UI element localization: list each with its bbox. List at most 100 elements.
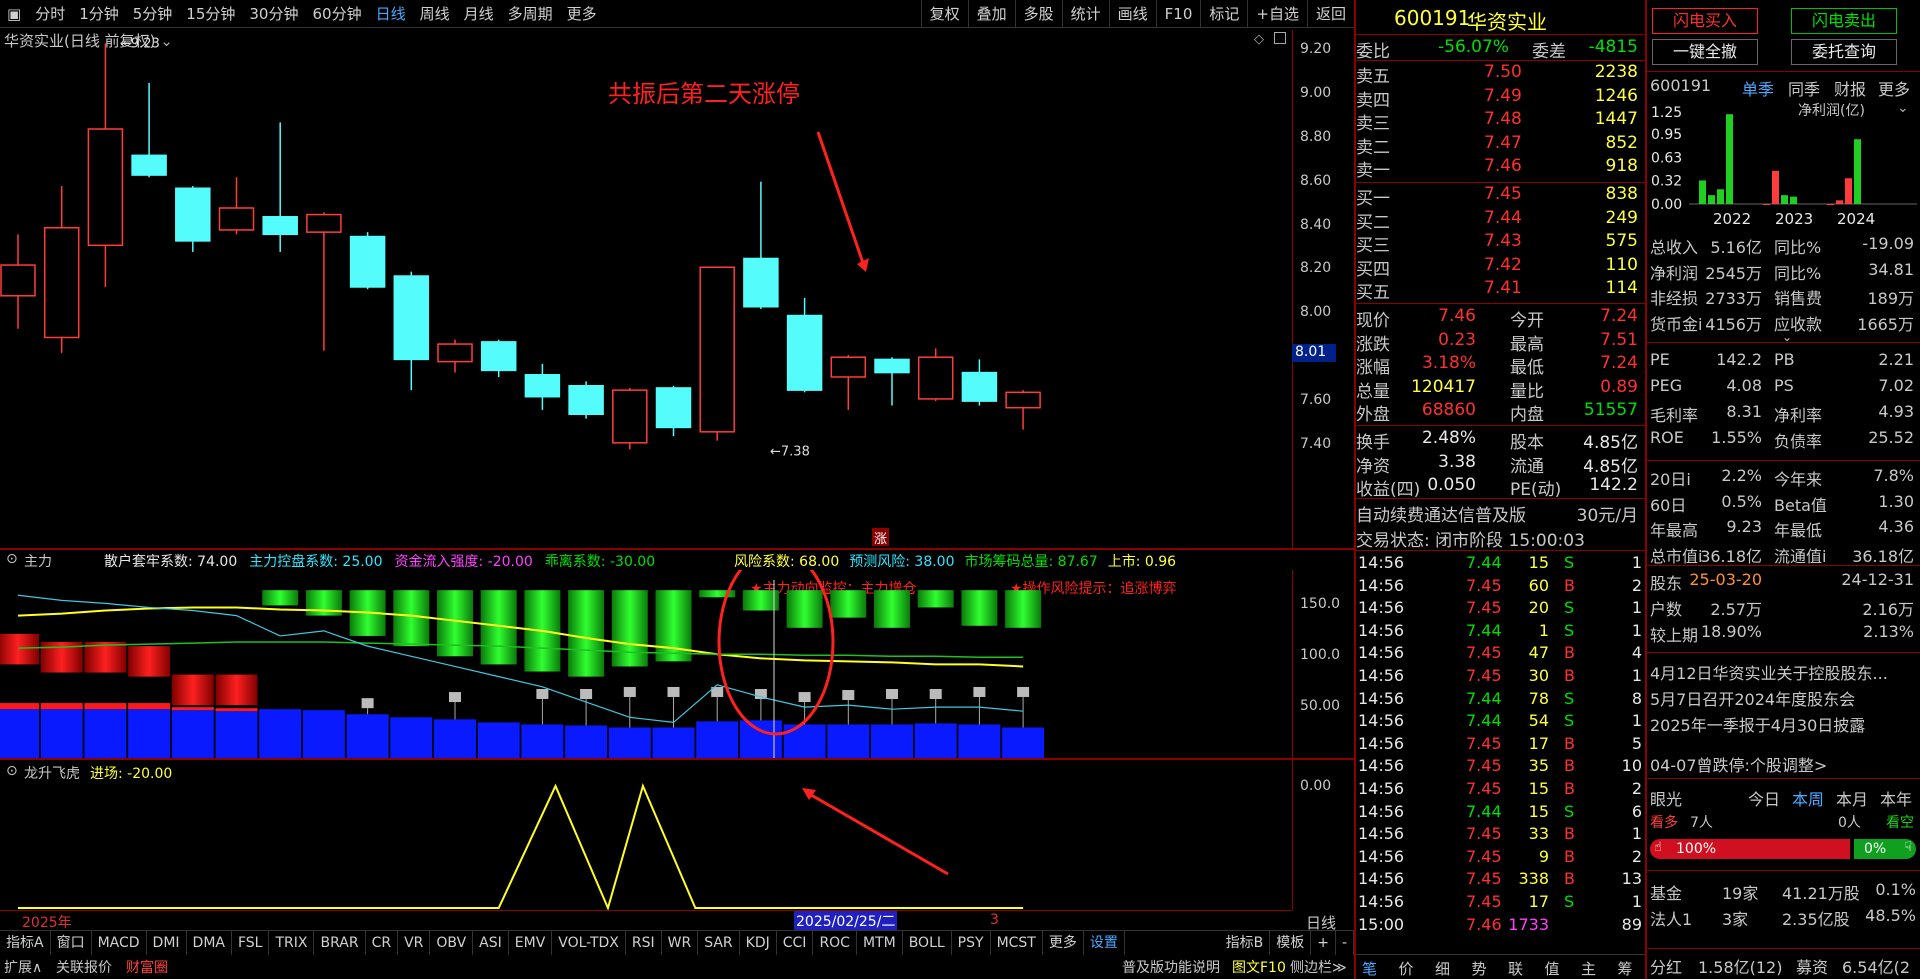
ticks-tab-0[interactable]: 笔 bbox=[1362, 958, 1377, 979]
indicator-tab-24[interactable]: 更多 bbox=[1043, 931, 1084, 955]
feature-help-link[interactable]: 普及版功能说明 bbox=[1122, 957, 1220, 977]
indicator-tab-6[interactable]: TRIX bbox=[269, 931, 315, 955]
eye-tab-3[interactable]: 本年 bbox=[1880, 786, 1912, 810]
indicator-tab-14[interactable]: RSI bbox=[626, 931, 662, 955]
indicator-right-1[interactable]: 模板 bbox=[1270, 931, 1312, 955]
indicator-tab-20[interactable]: MTM bbox=[857, 931, 903, 955]
thumb-up-icon[interactable]: ☝ bbox=[1654, 840, 1662, 855]
toolbar-btn-4[interactable]: 画线 bbox=[1108, 0, 1156, 28]
period-tab-1[interactable]: 1分钟 bbox=[72, 3, 126, 24]
tab-single-quarter[interactable]: 单季 bbox=[1742, 76, 1774, 100]
indicator-tab-3[interactable]: DMI bbox=[147, 931, 187, 955]
indicator-tab-19[interactable]: ROC bbox=[813, 931, 857, 955]
holder-row-2: 较上期 18.90% 2.13% bbox=[1650, 622, 1914, 645]
toolbar-btn-7[interactable]: +自选 bbox=[1247, 0, 1307, 28]
indicator-tab-5[interactable]: FSL bbox=[232, 931, 270, 955]
tick-row: 14:56 7.45 20 S 1 bbox=[1358, 598, 1642, 618]
indicator-tab-25[interactable]: 设置 bbox=[1084, 931, 1125, 955]
toolbar-btn-3[interactable]: 统计 bbox=[1061, 0, 1109, 28]
indicator-tab-13[interactable]: VOL-TDX bbox=[552, 931, 626, 955]
indicator-tab-8[interactable]: CR bbox=[366, 931, 399, 955]
news-item-1[interactable]: 5月7日召开2024年度股东会 bbox=[1646, 686, 1920, 710]
tick-row: 14:56 7.45 15 B 2 bbox=[1358, 779, 1642, 798]
cancel-all-button[interactable]: 一键全撤 bbox=[1652, 39, 1758, 65]
indicator-tab-22[interactable]: PSY bbox=[952, 931, 991, 955]
indicator-tab-4[interactable]: DMA bbox=[187, 931, 232, 955]
f10-link[interactable]: 图文F10 bbox=[1232, 957, 1286, 977]
indicator-tab-7[interactable]: BRAR bbox=[314, 931, 366, 955]
toolbar-btn-1[interactable]: 叠加 bbox=[967, 0, 1015, 28]
period-tab-2[interactable]: 5分钟 bbox=[126, 3, 180, 24]
profit-bar bbox=[1717, 189, 1724, 204]
high-label: ←9.23 bbox=[120, 36, 160, 51]
indicator-tab-1[interactable]: 窗口 bbox=[51, 931, 92, 955]
zhuli-indicator[interactable] bbox=[0, 570, 1292, 758]
thumb-down-icon[interactable]: ☟ bbox=[1904, 840, 1912, 855]
ticks-tab-3[interactable]: 势 bbox=[1472, 958, 1487, 979]
related-quote-link[interactable]: 关联报价 bbox=[56, 957, 112, 977]
sidebar-link[interactable]: 侧边栏≫ bbox=[1290, 957, 1347, 977]
collapse-icon[interactable]: ⊙ bbox=[6, 551, 18, 567]
indicator-tab-15[interactable]: WR bbox=[662, 931, 699, 955]
status-row: 交易状态: 闭市阶段 15:00:03 bbox=[1356, 531, 1585, 551]
tab-report[interactable]: 财报 bbox=[1834, 76, 1866, 100]
period-tab-10[interactable]: 更多 bbox=[560, 3, 604, 24]
period-tab-7[interactable]: 周线 bbox=[413, 3, 457, 24]
fin-year: 2024 bbox=[1837, 210, 1875, 228]
period-tab-3[interactable]: 15分钟 bbox=[179, 3, 242, 24]
period-tab-5[interactable]: 60分钟 bbox=[305, 3, 368, 24]
news-item-0[interactable]: 4月12日华资实业关于控股股东... bbox=[1646, 660, 1920, 684]
indicator-tab-2[interactable]: MACD bbox=[92, 931, 147, 955]
indicator-tab-11[interactable]: ASI bbox=[473, 931, 509, 955]
wealth-circle-link[interactable]: 财富圈 bbox=[126, 957, 168, 977]
zhuli-bar bbox=[302, 590, 345, 758]
eye-ratio-red: 100% bbox=[1650, 839, 1850, 859]
lsfh-indicator[interactable] bbox=[0, 760, 1292, 910]
indicator-right-0[interactable]: 指标B bbox=[1220, 931, 1271, 955]
indicator-tab-18[interactable]: CCI bbox=[777, 931, 814, 955]
period-tab-8[interactable]: 月线 bbox=[457, 3, 501, 24]
indicator-tab-9[interactable]: VR bbox=[398, 931, 431, 955]
flash-buy-button[interactable]: 闪电买入 bbox=[1652, 8, 1758, 34]
eye-tab-0[interactable]: 今日 bbox=[1748, 786, 1780, 810]
ticks-tab-1[interactable]: 价 bbox=[1399, 958, 1414, 979]
institution-row-1: 法人1 3家 2.35亿股 48.5% bbox=[1650, 906, 1916, 929]
expand-button[interactable]: 扩展∧ bbox=[4, 957, 42, 977]
indicator-tab-23[interactable]: MCST bbox=[991, 931, 1043, 955]
eye-tab-2[interactable]: 本月 bbox=[1836, 786, 1868, 810]
period-tab-6[interactable]: 日线 bbox=[369, 3, 413, 24]
period-tab-4[interactable]: 30分钟 bbox=[242, 3, 305, 24]
candle bbox=[218, 177, 255, 235]
indicator-tab-10[interactable]: OBV bbox=[430, 931, 474, 955]
toolbar-menu-icon[interactable]: ▣ bbox=[0, 5, 28, 23]
indicator-right-2[interactable]: + bbox=[1311, 931, 1336, 955]
indicator-tab-12[interactable]: EMV bbox=[509, 931, 553, 955]
news-item-2[interactable]: 2025年一季报于4月30日披露 bbox=[1646, 712, 1920, 736]
ticks-tab-4[interactable]: 联 bbox=[1508, 958, 1523, 979]
ticks-tab-5[interactable]: 值 bbox=[1545, 958, 1560, 979]
tick-row: 14:56 7.45 9 B 2 bbox=[1358, 846, 1642, 866]
ticks-tab-7[interactable]: 筹 bbox=[1618, 958, 1633, 979]
period-tab-9[interactable]: 多周期 bbox=[501, 3, 560, 24]
indicator-tab-17[interactable]: KDJ bbox=[740, 931, 777, 955]
ticks-tab-2[interactable]: 细 bbox=[1435, 958, 1450, 979]
indicator-tab-16[interactable]: SAR bbox=[698, 931, 740, 955]
period-tab-0[interactable]: 分时 bbox=[28, 3, 72, 24]
toolbar-btn-6[interactable]: 标记 bbox=[1200, 0, 1247, 28]
news-more[interactable]: 04-07曾跌停:个股调整> bbox=[1646, 752, 1920, 776]
toolbar-btn-2[interactable]: 多股 bbox=[1014, 0, 1062, 28]
candle bbox=[43, 186, 80, 353]
toolbar-btn-8[interactable]: 返回 bbox=[1306, 0, 1354, 28]
ad-row[interactable]: 自动续费通达信普及版 30元/月 bbox=[1354, 501, 1644, 526]
ticks-tab-6[interactable]: 主 bbox=[1581, 958, 1596, 979]
indicator-right-3[interactable]: - bbox=[1336, 931, 1354, 955]
eye-tab-1[interactable]: 本周 bbox=[1792, 786, 1824, 810]
flash-sell-button[interactable]: 闪电卖出 bbox=[1791, 8, 1897, 34]
tab-more[interactable]: 更多 bbox=[1878, 76, 1910, 100]
indicator-tab-0[interactable]: 指标A bbox=[0, 931, 51, 955]
tab-same-quarter[interactable]: 同季 bbox=[1788, 76, 1820, 100]
order-query-button[interactable]: 委托查询 bbox=[1791, 39, 1897, 65]
indicator-tab-21[interactable]: BOLL bbox=[903, 931, 952, 955]
toolbar-btn-5[interactable]: F10 bbox=[1155, 0, 1201, 28]
toolbar-btn-0[interactable]: 复权 bbox=[920, 0, 968, 28]
